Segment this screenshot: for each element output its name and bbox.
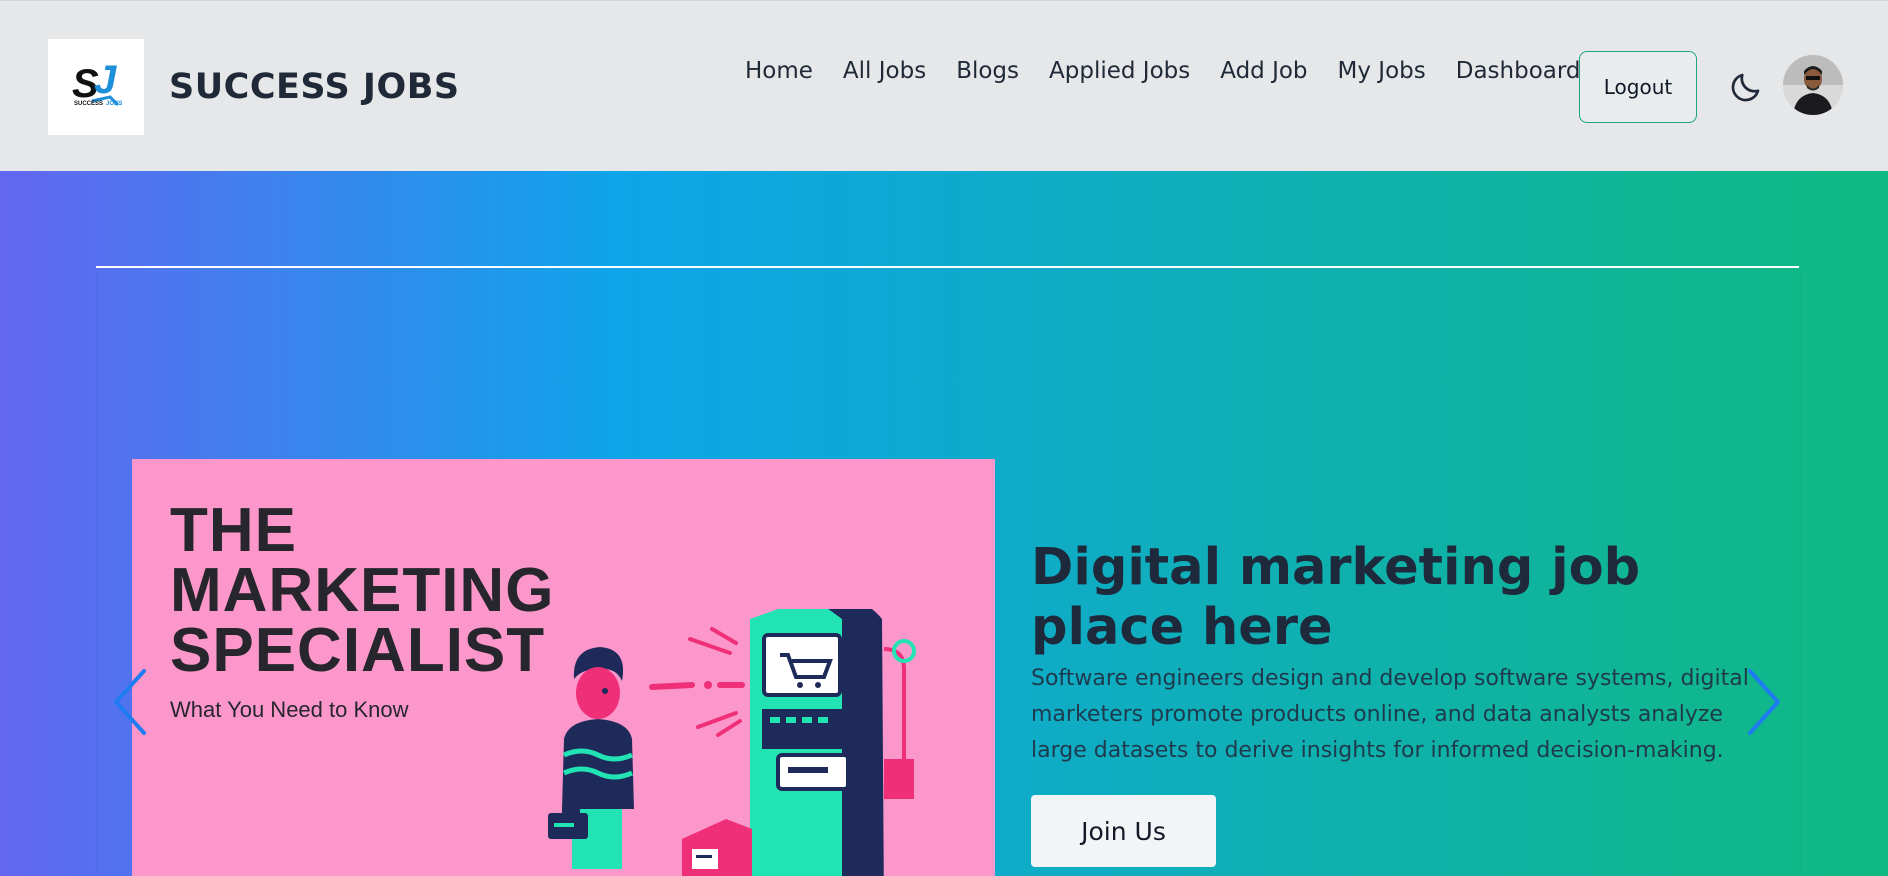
main-nav: Home All Jobs Blogs Applied Jobs Add Job…: [730, 53, 1596, 89]
hero-banner: THE MARKETING SPECIALIST What You Need t…: [0, 171, 1888, 876]
slide-image-title-line: MARKETING: [170, 556, 555, 625]
slide-image-title-line: SPECIALIST: [170, 616, 546, 685]
slide-image-subtitle: What You Need to Know: [170, 697, 409, 722]
join-us-button[interactable]: Join Us: [1031, 795, 1216, 867]
chevron-left-icon[interactable]: [108, 667, 152, 737]
nav-link-all-jobs[interactable]: All Jobs: [828, 53, 941, 89]
moon-icon[interactable]: [1728, 69, 1764, 105]
logo-caption-right: JOBS: [106, 101, 122, 107]
nav-link-dashboard[interactable]: Dashboard: [1441, 53, 1596, 89]
slide-heading: Digital marketing job place here: [1031, 538, 1641, 657]
logout-button[interactable]: Logout: [1579, 51, 1697, 123]
slide-description: Software engineers design and develop so…: [1031, 666, 1749, 763]
logo-caption-left: SUCCESS: [74, 101, 103, 107]
navbar: S J SUCCESS JOBS SUCCESS JOBS Home All J…: [0, 0, 1888, 171]
slide-image: THE MARKETING SPECIALIST What You Need t…: [132, 459, 995, 876]
nav-link-blogs[interactable]: Blogs: [941, 53, 1034, 89]
chevron-right-icon[interactable]: [1742, 667, 1786, 737]
site-logo[interactable]: S J SUCCESS JOBS: [48, 39, 144, 135]
slide-image-title-line: THE: [170, 496, 297, 565]
svg-text:J: J: [94, 58, 117, 102]
nav-link-my-jobs[interactable]: My Jobs: [1323, 53, 1441, 89]
brand-name[interactable]: SUCCESS JOBS: [169, 67, 460, 107]
slide-image-title: THE MARKETING SPECIALIST: [170, 496, 555, 685]
user-avatar[interactable]: [1783, 55, 1843, 115]
nav-link-applied-jobs[interactable]: Applied Jobs: [1034, 53, 1205, 89]
nav-link-home[interactable]: Home: [730, 53, 828, 89]
logo-icon: S J SUCCESS JOBS: [72, 58, 122, 107]
nav-link-add-job[interactable]: Add Job: [1205, 53, 1322, 89]
marketing-illustration: [548, 609, 916, 876]
